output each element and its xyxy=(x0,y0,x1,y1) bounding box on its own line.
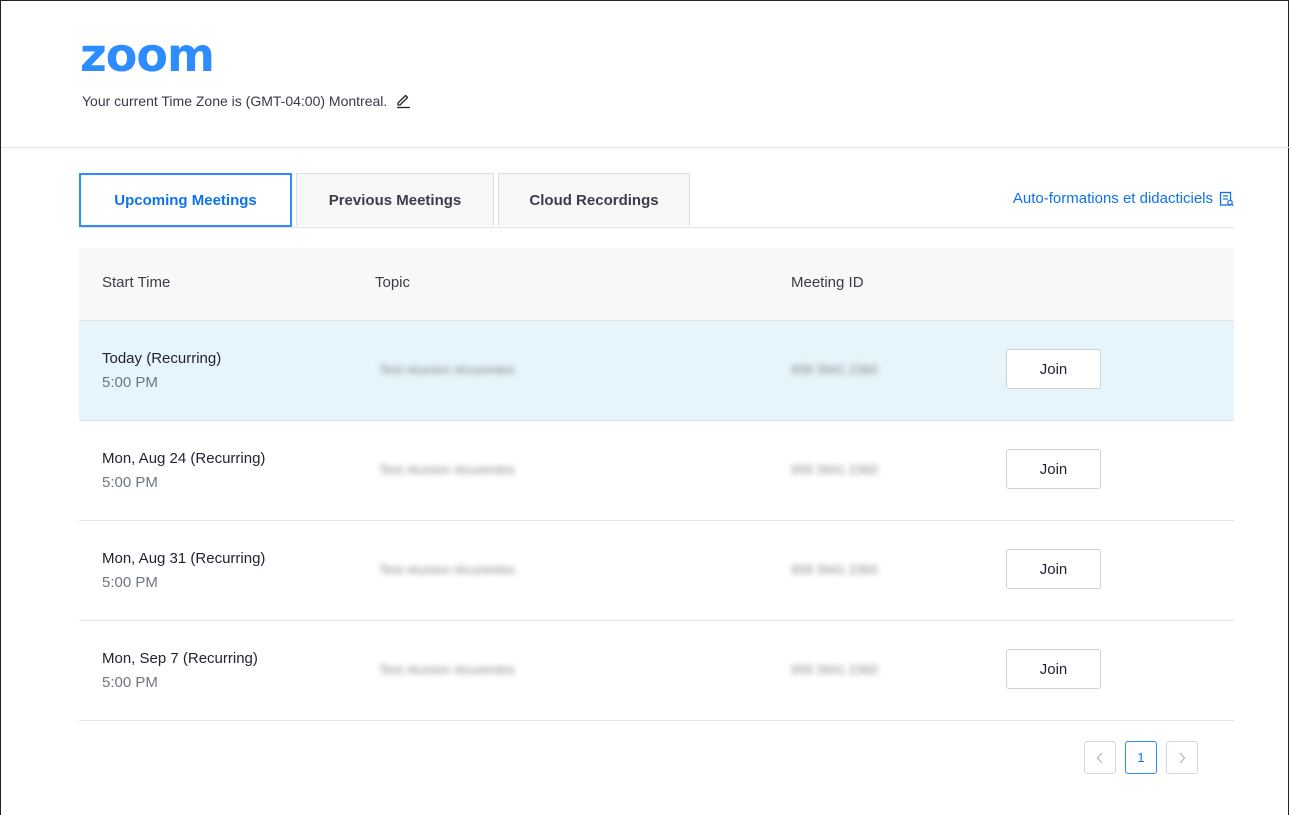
meeting-topic[interactable]: Test réunion récurentes xyxy=(379,662,515,677)
meeting-date: Mon, Aug 31 (Recurring) xyxy=(102,550,266,567)
table-row: Today (Recurring) 5:00 PM Test réunion r… xyxy=(79,321,1234,421)
meeting-id: 958 3941 2360 xyxy=(791,462,878,477)
join-button[interactable]: Join xyxy=(1006,449,1101,489)
pagination: 1 xyxy=(1084,741,1198,774)
meeting-date: Today (Recurring) xyxy=(102,350,222,367)
meeting-id: 958 3941 2360 xyxy=(791,662,878,677)
join-button[interactable]: Join xyxy=(1006,349,1101,389)
meeting-time: 5:00 PM xyxy=(102,374,158,391)
tab-upcoming-meetings[interactable]: Upcoming Meetings xyxy=(79,173,292,227)
document-icon xyxy=(1219,191,1234,207)
timezone-text: Your current Time Zone is (GMT-04:00) Mo… xyxy=(82,93,388,109)
table-row: Mon, Aug 31 (Recurring) 5:00 PM Test réu… xyxy=(79,521,1234,621)
table-row: Mon, Aug 24 (Recurring) 5:00 PM Test réu… xyxy=(79,421,1234,521)
column-meeting-id: Meeting ID xyxy=(791,274,864,291)
tutorials-link-label: Auto-formations et didacticiels xyxy=(1012,190,1213,207)
table-header: Start Time Topic Meeting ID xyxy=(79,248,1234,321)
column-topic: Topic xyxy=(375,274,411,291)
meeting-id: 958 3941 2360 xyxy=(791,562,878,577)
meeting-date: Mon, Sep 7 (Recurring) xyxy=(102,650,258,667)
start-time-cell: Today (Recurring) 5:00 PM xyxy=(102,349,221,393)
meetings-table: Start Time Topic Meeting ID Today (Recur… xyxy=(79,248,1234,721)
start-time-cell: Mon, Aug 31 (Recurring) 5:00 PM xyxy=(102,549,265,593)
meeting-date: Mon, Aug 24 (Recurring) xyxy=(102,450,266,467)
meeting-id: 958 3941 2360 xyxy=(791,362,878,377)
start-time-cell: Mon, Sep 7 (Recurring) 5:00 PM xyxy=(102,649,258,693)
previous-page-button[interactable] xyxy=(1084,741,1116,774)
meetings-tabs: Upcoming Meetings Previous Meetings Clou… xyxy=(79,173,1234,228)
tutorials-link[interactable]: Auto-formations et didacticiels xyxy=(1013,190,1234,207)
next-page-button[interactable] xyxy=(1166,741,1198,774)
join-button[interactable]: Join xyxy=(1006,549,1101,589)
page-number-button[interactable]: 1 xyxy=(1125,741,1157,774)
table-row: Mon, Sep 7 (Recurring) 5:00 PM Test réun… xyxy=(79,621,1234,721)
start-time-cell: Mon, Aug 24 (Recurring) 5:00 PM xyxy=(102,449,265,493)
meeting-topic[interactable]: Test réunion récurentes xyxy=(379,362,515,377)
meeting-topic[interactable]: Test réunion récurentes xyxy=(379,562,515,577)
meeting-time: 5:00 PM xyxy=(102,474,158,491)
column-start-time: Start Time xyxy=(102,274,171,291)
zoom-logo[interactable]: zoom xyxy=(80,32,215,78)
meeting-time: 5:00 PM xyxy=(102,574,158,591)
meeting-time: 5:00 PM xyxy=(102,674,158,691)
tab-cloud-recordings[interactable]: Cloud Recordings xyxy=(498,173,690,226)
timezone-info: Your current Time Zone is (GMT-04:00) Mo… xyxy=(82,93,411,109)
chevron-right-icon xyxy=(1179,752,1186,763)
tab-previous-meetings[interactable]: Previous Meetings xyxy=(296,173,494,226)
meeting-topic[interactable]: Test réunion récurentes xyxy=(379,462,515,477)
edit-pencil-icon[interactable] xyxy=(395,93,411,109)
page-header: zoom Your current Time Zone is (GMT-04:0… xyxy=(1,1,1289,148)
join-button[interactable]: Join xyxy=(1006,649,1101,689)
chevron-left-icon xyxy=(1096,752,1103,763)
